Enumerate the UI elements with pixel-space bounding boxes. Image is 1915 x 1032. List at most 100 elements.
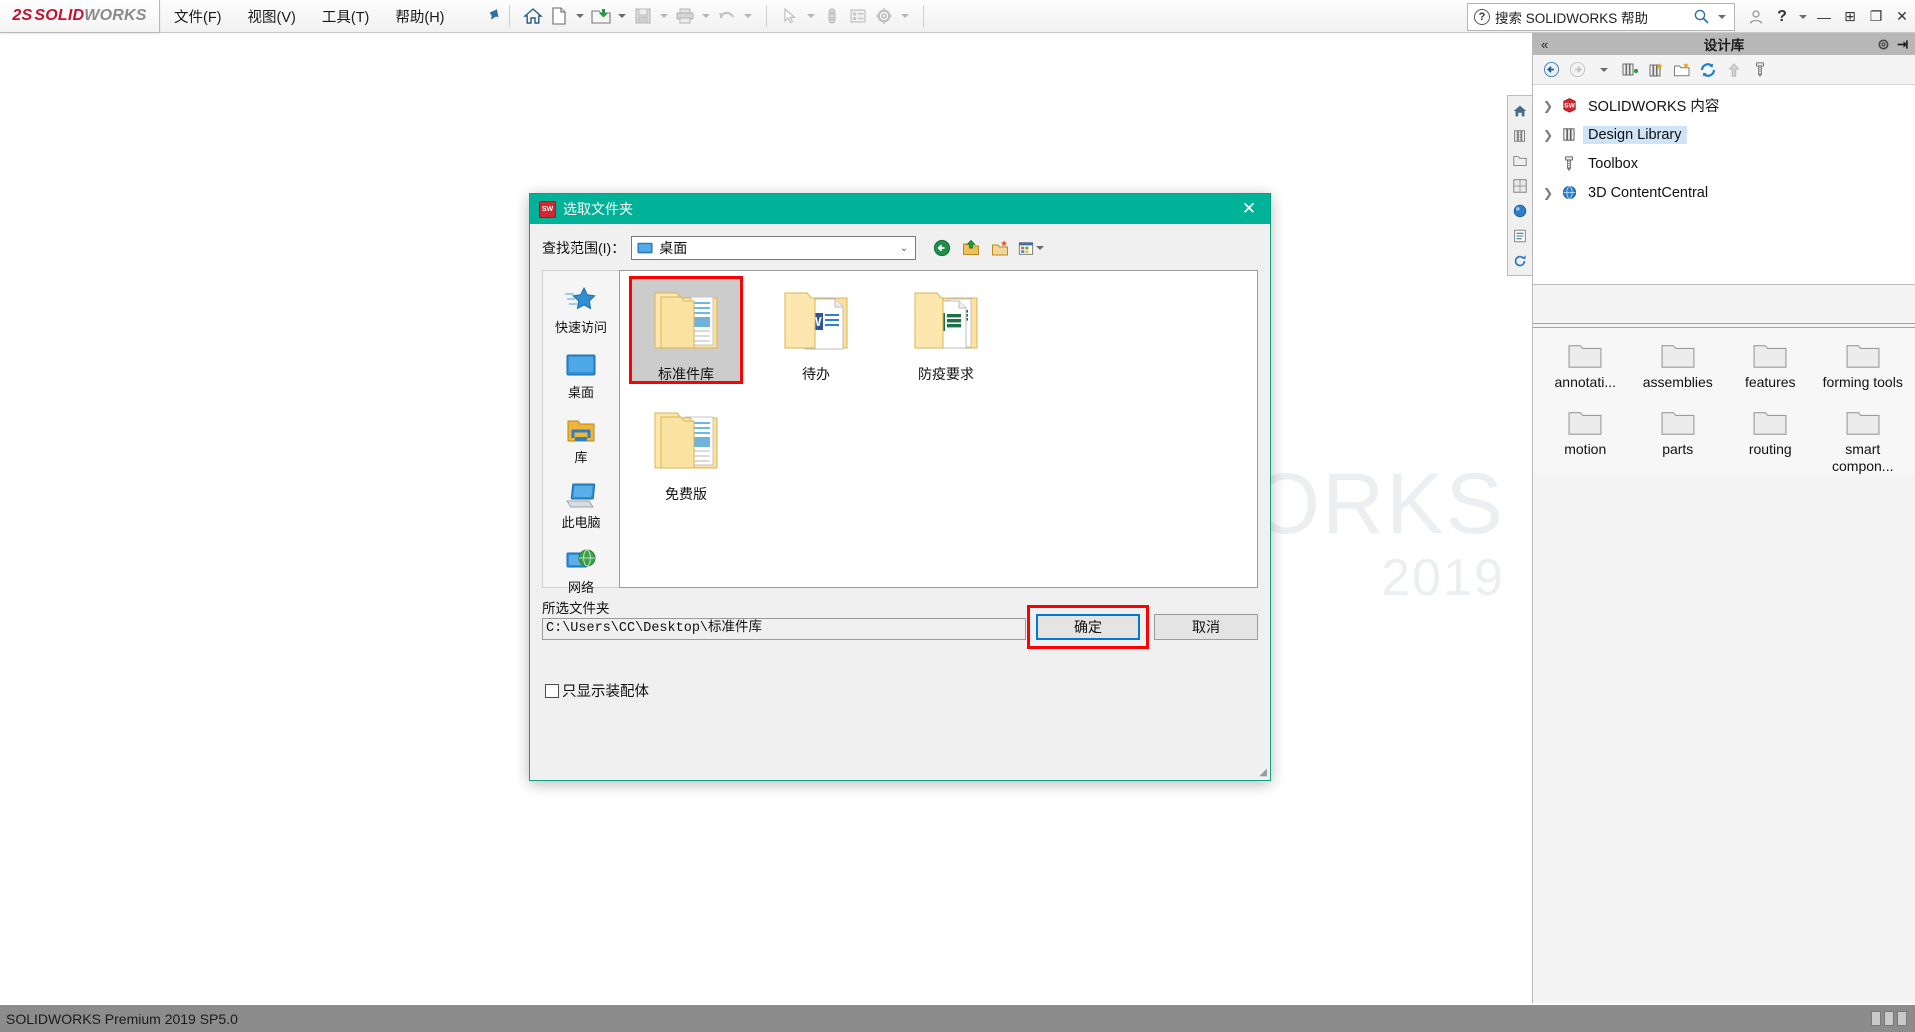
search-dropdown-icon[interactable] xyxy=(1718,15,1726,19)
dialog-title-bar[interactable]: SW 选取文件夹 ✕ xyxy=(530,194,1270,224)
back-arrow-icon[interactable] xyxy=(1541,59,1562,80)
close-button[interactable]: ✕ xyxy=(1889,4,1915,30)
expand-chevron-icon[interactable]: ❯ xyxy=(1539,186,1557,200)
help-question-icon[interactable]: ? xyxy=(1769,4,1795,30)
home-icon[interactable] xyxy=(520,3,546,29)
selected-folder-path-input[interactable]: C:\Users\CC\Desktop\标准件库 xyxy=(542,618,1026,640)
maximize-button[interactable]: ❐ xyxy=(1863,4,1889,30)
library-folder-smart-components[interactable]: smart compon... xyxy=(1817,407,1910,475)
views-dropdown-icon[interactable] xyxy=(1018,237,1048,259)
open-document-dropdown-icon[interactable] xyxy=(618,14,626,18)
pin-icon[interactable] xyxy=(1896,37,1911,52)
up-folder-icon xyxy=(1723,59,1744,80)
pin-icon[interactable] xyxy=(478,3,503,29)
select-cursor-icon xyxy=(777,3,803,29)
file-item-epidemic-requirements[interactable]: 防疫要求 xyxy=(892,279,1000,384)
view-palette-icon[interactable] xyxy=(1509,173,1532,198)
title-bar-right-controls: ? 搜索 SOLIDWORKS 帮助 ? — ⊞ ❐ ✕ xyxy=(1467,0,1915,33)
library-folder-routing[interactable]: routing xyxy=(1724,407,1817,475)
help-dropdown-icon[interactable] xyxy=(1799,15,1807,19)
file-list-area[interactable]: 标准件库 W 待办 xyxy=(619,270,1258,588)
tree-item-3d-contentcentral[interactable]: ❯ 3D ContentCentral xyxy=(1533,178,1915,207)
desktop-monitor-icon xyxy=(564,352,598,380)
options-gear-icon xyxy=(871,3,897,29)
chevron-down-icon[interactable]: ⌄ xyxy=(900,243,908,254)
search-placeholder-label: 搜索 SOLIDWORKS 帮助 xyxy=(1495,7,1648,27)
tree-item-solidworks-content[interactable]: ❯ SW SOLIDWORKS 内容 xyxy=(1533,91,1915,120)
restore-button[interactable]: ⊞ xyxy=(1837,4,1863,30)
file-item-label: 标准件库 xyxy=(658,364,714,384)
library-folder-forming-tools[interactable]: forming tools xyxy=(1817,340,1910,391)
library-folder-assemblies[interactable]: assemblies xyxy=(1632,340,1725,391)
sw-resources-home-icon[interactable] xyxy=(1509,98,1532,123)
tree-label: 3D ContentCentral xyxy=(1583,184,1713,202)
close-icon[interactable]: ✕ xyxy=(1228,194,1270,224)
folder-icon xyxy=(1751,340,1789,370)
select-dropdown-icon xyxy=(807,14,815,18)
menu-help[interactable]: 帮助(H) xyxy=(393,3,446,30)
tree-label: SOLIDWORKS 内容 xyxy=(1583,94,1724,117)
globe-icon xyxy=(1557,184,1581,201)
library-folder-icon xyxy=(564,417,598,445)
place-label: 网络 xyxy=(568,577,594,596)
create-new-folder-icon[interactable] xyxy=(989,237,1011,259)
new-document-dropdown-icon[interactable] xyxy=(576,14,584,18)
open-document-icon[interactable] xyxy=(588,3,614,29)
file-explorer-icon[interactable] xyxy=(1509,148,1532,173)
toolbox-bolt-icon[interactable] xyxy=(1749,59,1770,80)
design-library-icon[interactable] xyxy=(1509,123,1532,148)
cancel-button[interactable]: 取消 xyxy=(1154,614,1258,640)
assemblies-only-checkbox-row[interactable]: 只显示装配体 xyxy=(545,680,1270,701)
quick-access-toolbar xyxy=(520,3,934,29)
dialog-icon-text: SW xyxy=(542,206,553,213)
place-quick-access[interactable]: 快速访问 xyxy=(546,285,616,336)
folder-label: features xyxy=(1745,374,1796,391)
new-document-icon[interactable] xyxy=(546,3,572,29)
refresh-icon[interactable] xyxy=(1697,59,1718,80)
add-to-library-icon[interactable] xyxy=(1619,59,1640,80)
new-folder-icon[interactable] xyxy=(1671,59,1692,80)
library-folder-motion[interactable]: motion xyxy=(1539,407,1632,475)
library-folder-annotations[interactable]: annotati... xyxy=(1539,340,1632,391)
up-one-level-icon[interactable] xyxy=(960,237,982,259)
place-this-pc[interactable]: 此电脑 xyxy=(546,482,616,531)
search-input[interactable]: ? 搜索 SOLIDWORKS 帮助 xyxy=(1467,3,1735,31)
logo-solid-text: SOLID xyxy=(34,7,84,24)
assemblies-only-checkbox[interactable] xyxy=(545,684,559,698)
library-folder-parts[interactable]: parts xyxy=(1632,407,1725,475)
file-item-todo[interactable]: W 待办 xyxy=(762,279,870,384)
appearances-scenes-icon[interactable] xyxy=(1509,198,1532,223)
solidworks-forum-icon[interactable] xyxy=(1509,248,1532,273)
minimize-button[interactable]: — xyxy=(1811,4,1837,30)
bolt-icon xyxy=(1557,155,1581,172)
menu-file[interactable]: 文件(F) xyxy=(172,3,224,30)
tree-item-toolbox[interactable]: Toolbox xyxy=(1533,149,1915,178)
solidworks-logo[interactable]: 2SSOLIDWORKS xyxy=(0,0,160,33)
new-library-icon[interactable] xyxy=(1645,59,1666,80)
place-network[interactable]: 网络 xyxy=(546,547,616,596)
design-library-tree: ❯ SW SOLIDWORKS 内容 ❯ Design Library Tool… xyxy=(1533,85,1915,285)
place-libraries[interactable]: 库 xyxy=(546,417,616,466)
history-dropdown-icon[interactable] xyxy=(1593,59,1614,80)
place-desktop[interactable]: 桌面 xyxy=(546,352,616,401)
look-in-dropdown[interactable]: 桌面 ⌄ xyxy=(631,236,916,260)
desktop-monitor-icon xyxy=(637,242,653,255)
menu-tools[interactable]: 工具(T) xyxy=(320,3,372,30)
expand-chevron-icon[interactable]: ❯ xyxy=(1539,128,1557,142)
folder-icon xyxy=(1566,407,1604,437)
tree-item-design-library[interactable]: ❯ Design Library xyxy=(1533,120,1915,149)
custom-properties-icon[interactable] xyxy=(1509,223,1532,248)
gear-icon[interactable] xyxy=(1876,37,1891,52)
file-item-standard-parts-library[interactable]: 标准件库 xyxy=(632,279,740,384)
save-icon xyxy=(630,3,656,29)
expand-chevron-icon[interactable]: ❯ xyxy=(1539,99,1557,113)
magnifier-icon[interactable] xyxy=(1693,8,1710,25)
file-item-label: 待办 xyxy=(802,364,830,384)
menu-view[interactable]: 视图(V) xyxy=(246,3,298,30)
back-navigation-icon[interactable] xyxy=(931,237,953,259)
dialog-resize-grip[interactable]: ◢ xyxy=(1259,767,1267,778)
library-folder-features[interactable]: features xyxy=(1724,340,1817,391)
tree-label: Design Library xyxy=(1583,126,1687,144)
user-account-icon[interactable] xyxy=(1743,4,1769,30)
file-item-free-version[interactable]: 免费版 xyxy=(632,399,740,504)
